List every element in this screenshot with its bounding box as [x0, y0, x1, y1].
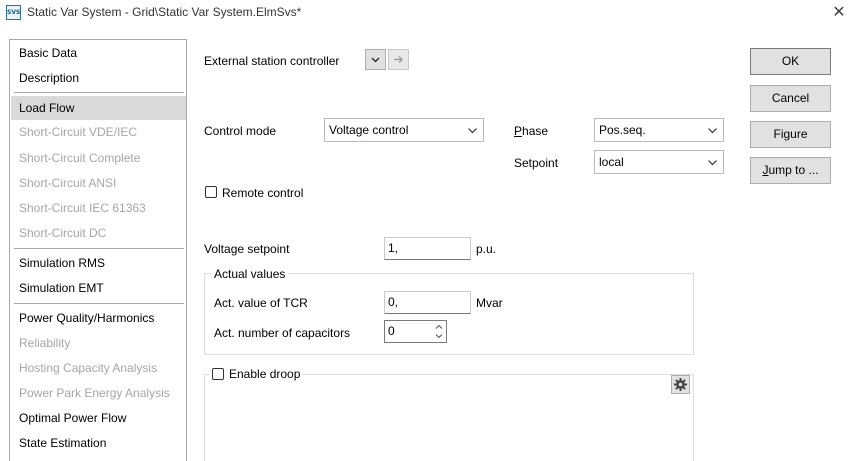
- actual-values-title: Actual values: [211, 267, 289, 281]
- figure-button[interactable]: Figure: [750, 121, 831, 148]
- sidebar-item-reliability[interactable]: Reliability: [11, 331, 186, 355]
- control-mode-select[interactable]: Voltage control: [324, 118, 484, 142]
- sidebar-item-load-flow[interactable]: Load Flow: [11, 96, 186, 120]
- sidebar-item-optimal-power-flow[interactable]: Optimal Power Flow: [11, 406, 186, 430]
- close-icon[interactable]: ✕: [829, 2, 849, 22]
- app-icon: SVS: [6, 5, 21, 20]
- remote-control-checkbox[interactable]: [205, 186, 217, 198]
- enable-droop-label: Enable droop: [229, 367, 301, 381]
- spinner-arrows-icon[interactable]: [434, 322, 444, 341]
- phase-label: Phase: [514, 124, 549, 138]
- sidebar-item-short-circuit-vde-iec[interactable]: Short-Circuit VDE/IEC: [11, 120, 186, 144]
- sidebar-item-short-circuit-ansi[interactable]: Short-Circuit ANSI: [11, 171, 186, 195]
- sidebar-item-short-circuit-dc[interactable]: Short-Circuit DC: [11, 221, 186, 245]
- ok-button[interactable]: OK: [750, 48, 831, 75]
- sidebar-divider: [14, 303, 184, 304]
- select-controller-dropdown-button[interactable]: [365, 49, 386, 70]
- sidebar-item-hosting-capacity-analysis[interactable]: Hosting Capacity Analysis: [11, 356, 186, 380]
- voltage-setpoint-label: Voltage setpoint: [204, 242, 290, 256]
- jump-to-controller-button[interactable]: [388, 49, 409, 70]
- sidebar-item-simulation-rms[interactable]: Simulation RMS: [11, 251, 186, 275]
- tcr-unit: Mvar: [476, 296, 503, 310]
- cancel-button[interactable]: Cancel: [750, 85, 831, 112]
- droop-group: [204, 374, 694, 461]
- sidebar-item-state-estimation[interactable]: State Estimation: [11, 431, 186, 455]
- capacitors-label: Act. number of capacitors: [214, 326, 351, 340]
- sidebar-item-simulation-emt[interactable]: Simulation EMT: [11, 276, 186, 300]
- tcr-label: Act. value of TCR: [214, 296, 308, 310]
- external-station-controller-label: External station controller: [204, 54, 340, 68]
- sidebar-item-basic-data[interactable]: Basic Data: [11, 41, 186, 65]
- jump-to-button[interactable]: Jump to ...: [750, 157, 831, 184]
- gear-icon: [674, 378, 687, 391]
- sidebar-item-power-park-energy-analysis[interactable]: Power Park Energy Analysis: [11, 381, 186, 405]
- chevron-down-icon: [371, 57, 380, 63]
- enable-droop-checkbox[interactable]: [212, 368, 224, 380]
- chevron-down-icon: [708, 128, 717, 134]
- sidebar-item-short-circuit-iec-61363[interactable]: Short-Circuit IEC 61363: [11, 196, 186, 220]
- sidebar-divider: [14, 248, 184, 249]
- sidebar-item-description[interactable]: Description: [11, 66, 186, 90]
- setpoint-label: Setpoint: [514, 156, 559, 170]
- actual-values-group: [204, 273, 694, 355]
- sidebar-item-power-quality-harmonics[interactable]: Power Quality/Harmonics: [11, 306, 186, 330]
- sidebar-item-short-circuit-complete[interactable]: Short-Circuit Complete: [11, 146, 186, 170]
- control-mode-label: Control mode: [204, 124, 277, 138]
- chevron-down-icon: [708, 160, 717, 166]
- phase-value: Pos.seq.: [599, 123, 646, 137]
- capacitors-stepper[interactable]: 0: [384, 320, 447, 343]
- remote-control-label: Remote control: [222, 186, 304, 200]
- window-title: Static Var System - Grid\Static Var Syst…: [27, 5, 302, 19]
- control-mode-value: Voltage control: [329, 123, 409, 137]
- page-navigation-list: Basic Data Description Load Flow Short-C…: [9, 39, 187, 461]
- voltage-setpoint-input[interactable]: 1,: [384, 237, 471, 260]
- arrow-right-icon: [394, 56, 403, 63]
- tcr-value-input[interactable]: 0,: [384, 291, 471, 314]
- voltage-setpoint-unit: p.u.: [476, 242, 497, 256]
- sidebar-divider: [14, 92, 184, 93]
- phase-select[interactable]: Pos.seq.: [594, 118, 724, 142]
- title-bar: SVS Static Var System - Grid\Static Var …: [0, 0, 853, 26]
- setpoint-value: local: [599, 155, 624, 169]
- capacitors-value: 0: [388, 324, 395, 338]
- setpoint-select[interactable]: local: [594, 150, 724, 174]
- droop-settings-button[interactable]: [671, 375, 690, 394]
- chevron-down-icon: [468, 128, 477, 134]
